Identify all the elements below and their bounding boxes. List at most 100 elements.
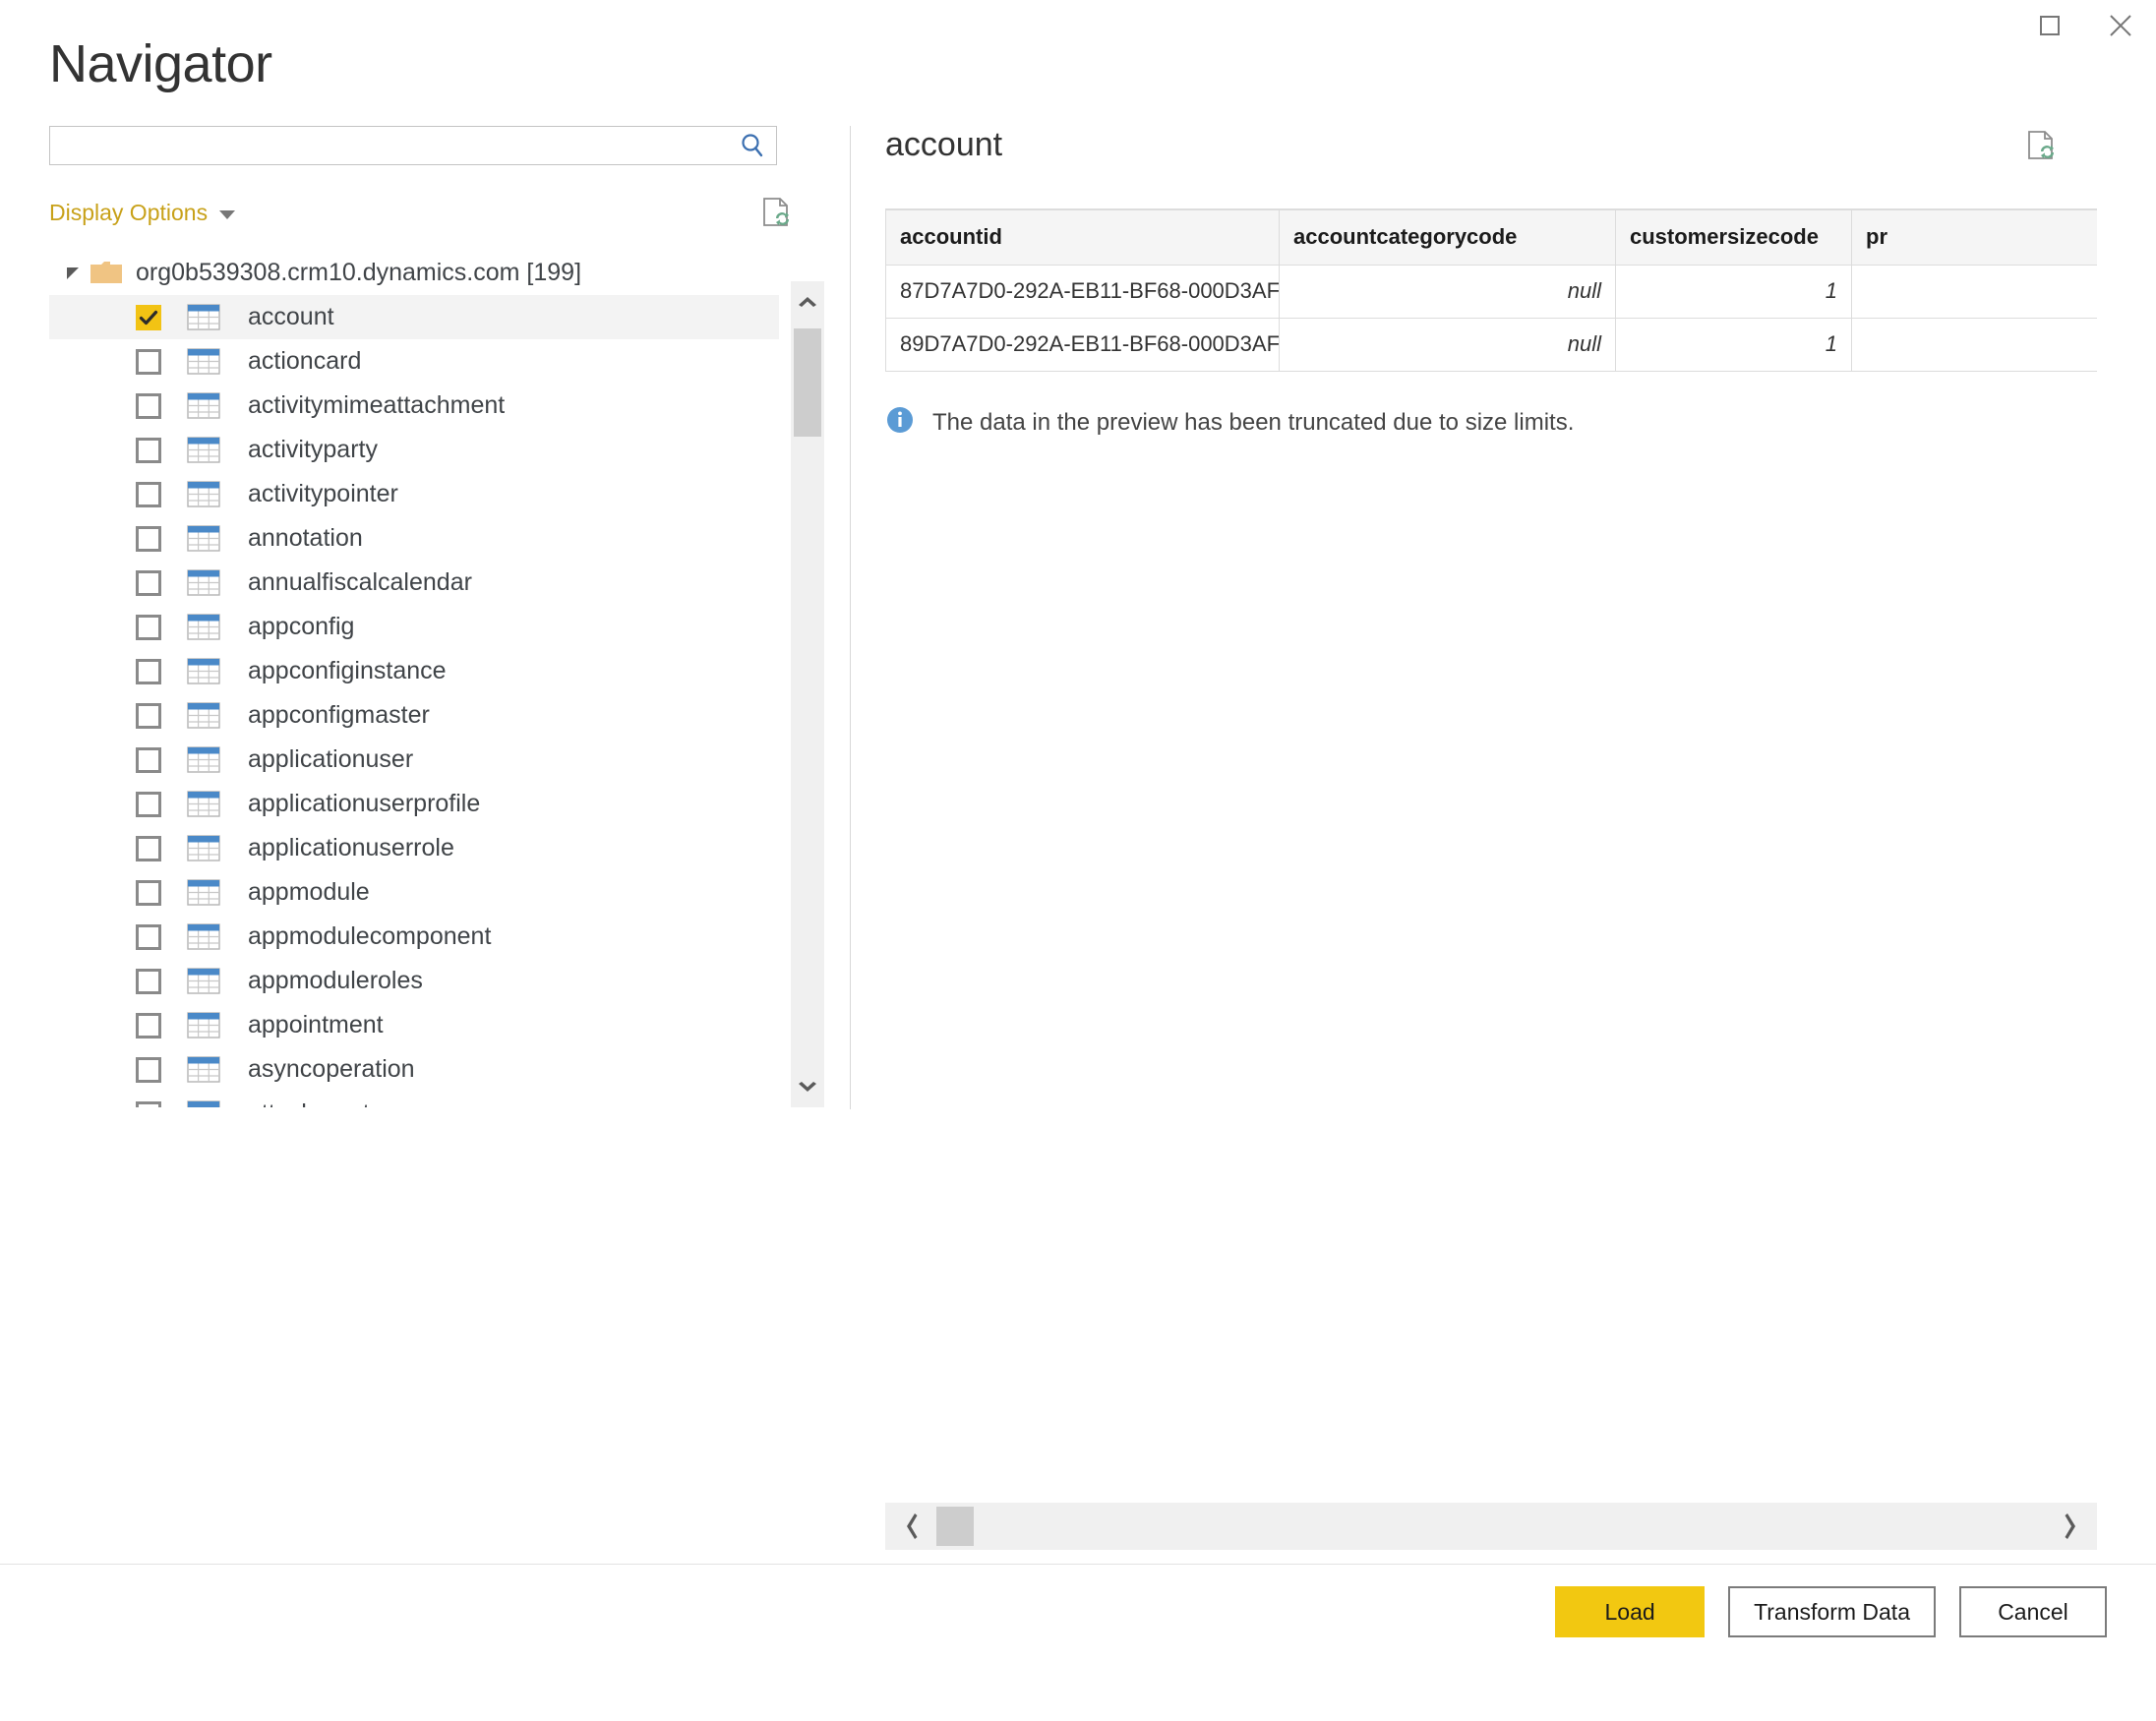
- column-header-accountid[interactable]: accountid: [885, 208, 1280, 266]
- table-cell-customersizecode: 1: [1615, 264, 1852, 319]
- triangle-expanded-icon[interactable]: [59, 263, 87, 282]
- tree-item-applicationuserrole[interactable]: applicationuserrole: [49, 826, 779, 870]
- preview-horizontal-scrollbar[interactable]: [885, 1503, 2097, 1550]
- tree-item-label: applicationuser: [248, 745, 414, 773]
- checkbox-annualfiscalcalendar[interactable]: [136, 569, 161, 596]
- tree-vertical-scrollbar[interactable]: [791, 281, 824, 1107]
- table-icon: [187, 702, 220, 729]
- tree-list: org0b539308.crm10.dynamics.com [199] acc…: [49, 250, 779, 1107]
- table-row: 89D7A7D0-292A-EB11-BF68-000D3AFC74D7null…: [885, 317, 2097, 372]
- tree-item-appmodulecomponent[interactable]: appmodulecomponent: [49, 915, 779, 959]
- tree-item-account[interactable]: account: [49, 295, 779, 339]
- tree-item-label: applicationuserprofile: [248, 790, 481, 817]
- scroll-left-button[interactable]: [885, 1503, 936, 1550]
- tree-item-activitymimeattachment[interactable]: activitymimeattachment: [49, 384, 779, 428]
- display-options-button[interactable]: Display Options: [49, 200, 236, 226]
- tree-item-applicationuser[interactable]: applicationuser: [49, 738, 779, 782]
- preview-header: account: [885, 126, 2156, 191]
- preview-grid-viewport: accountid accountcategorycode customersi…: [885, 208, 2097, 372]
- table-cell-pr: [1851, 317, 2097, 372]
- checkbox-appmodule[interactable]: [136, 879, 161, 906]
- left-pane: Display Options org0b539308.crm10.dynami…: [49, 126, 824, 1109]
- checkbox-activityparty[interactable]: [136, 437, 161, 463]
- checkbox-attachment[interactable]: [136, 1100, 161, 1107]
- checkbox-appconfigmaster[interactable]: [136, 702, 161, 729]
- table-icon: [187, 1056, 220, 1083]
- preview-scrollbar-thumb[interactable]: [936, 1507, 974, 1546]
- tree-item-activityparty[interactable]: activityparty: [49, 428, 779, 472]
- column-header-accountcategorycode[interactable]: accountcategorycode: [1279, 208, 1616, 266]
- maximize-button[interactable]: [2014, 0, 2085, 51]
- window-controls: [2014, 0, 2156, 59]
- tree-item-actioncard[interactable]: actioncard: [49, 339, 779, 384]
- tree-item-appmodule[interactable]: appmodule: [49, 870, 779, 915]
- checkbox-activitymimeattachment[interactable]: [136, 392, 161, 419]
- scroll-right-button[interactable]: [2046, 1503, 2097, 1550]
- search-icon[interactable]: [736, 130, 769, 161]
- table-cell-accountid: 87D7A7D0-292A-EB11-BF68-000D3AFC74D7: [885, 264, 1280, 319]
- info-icon: [885, 405, 915, 442]
- table-cell-accountcategorycode: null: [1279, 264, 1616, 319]
- tree-item-appmoduleroles[interactable]: appmoduleroles: [49, 959, 779, 1003]
- tree-item-label: appmoduleroles: [248, 967, 423, 994]
- scroll-down-button[interactable]: [791, 1068, 824, 1107]
- search-input[interactable]: [49, 126, 777, 165]
- tree-root-node[interactable]: org0b539308.crm10.dynamics.com [199]: [49, 250, 779, 295]
- tree-item-attachment[interactable]: attachment: [49, 1092, 779, 1107]
- checkbox-appconfiginstance[interactable]: [136, 658, 161, 684]
- checkbox-activitypointer[interactable]: [136, 481, 161, 507]
- preview-table: accountid accountcategorycode customersi…: [885, 208, 2097, 372]
- tree-scrollbar-thumb[interactable]: [794, 328, 821, 437]
- tree-item-applicationuserprofile[interactable]: applicationuserprofile: [49, 782, 779, 826]
- preview-title: account: [885, 126, 1003, 163]
- tree-item-appconfiginstance[interactable]: appconfiginstance: [49, 649, 779, 693]
- tree-item-appconfig[interactable]: appconfig: [49, 605, 779, 649]
- checkbox-applicationuserprofile[interactable]: [136, 791, 161, 817]
- checkbox-appconfig[interactable]: [136, 614, 161, 640]
- checkbox-account[interactable]: [136, 304, 161, 330]
- tree-item-label: attachment: [248, 1099, 370, 1107]
- tree-item-appconfigmaster[interactable]: appconfigmaster: [49, 693, 779, 738]
- tree-item-activitypointer[interactable]: activitypointer: [49, 472, 779, 516]
- table-icon: [187, 1100, 220, 1107]
- preview-table-body: 87D7A7D0-292A-EB11-BF68-000D3AFC74D7null…: [885, 264, 2097, 372]
- table-icon: [187, 614, 220, 640]
- tree-root-label: org0b539308.crm10.dynamics.com [199]: [136, 258, 582, 286]
- transform-data-button[interactable]: Transform Data: [1728, 1586, 1936, 1637]
- checkbox-annotation[interactable]: [136, 525, 161, 552]
- checkbox-appmoduleroles[interactable]: [136, 968, 161, 994]
- column-header-pr[interactable]: pr: [1851, 208, 2097, 266]
- table-row: 87D7A7D0-292A-EB11-BF68-000D3AFC74D7null…: [885, 264, 2097, 319]
- table-icon: [187, 658, 220, 684]
- checkbox-applicationuser[interactable]: [136, 746, 161, 773]
- checkbox-applicationuserrole[interactable]: [136, 835, 161, 861]
- tree-item-annotation[interactable]: annotation: [49, 516, 779, 561]
- cancel-button[interactable]: Cancel: [1959, 1586, 2107, 1637]
- checkbox-asyncoperation[interactable]: [136, 1056, 161, 1083]
- load-button[interactable]: Load: [1555, 1586, 1706, 1637]
- table-icon: [187, 923, 220, 950]
- tree-item-asyncoperation[interactable]: asyncoperation: [49, 1047, 779, 1092]
- table-icon: [187, 746, 220, 773]
- tree-item-annualfiscalcalendar[interactable]: annualfiscalcalendar: [49, 561, 779, 605]
- tree-item-label: activitypointer: [248, 480, 398, 507]
- table-cell-accountid: 89D7A7D0-292A-EB11-BF68-000D3AFC74D7: [885, 317, 1280, 372]
- close-icon: [2108, 13, 2133, 38]
- tree-item-label: annualfiscalcalendar: [248, 568, 472, 596]
- tree-item-label: asyncoperation: [248, 1055, 415, 1083]
- checkbox-appointment[interactable]: [136, 1012, 161, 1039]
- table-cell-pr: [1851, 264, 2097, 319]
- column-header-customersizecode[interactable]: customersizecode: [1615, 208, 1852, 266]
- checkbox-actioncard[interactable]: [136, 348, 161, 375]
- tree-item-appointment[interactable]: appointment: [49, 1003, 779, 1047]
- preview-refresh-icon[interactable]: [2020, 126, 2060, 165]
- table-icon: [187, 791, 220, 817]
- refresh-document-icon[interactable]: [755, 193, 795, 232]
- table-icon: [187, 835, 220, 861]
- checkbox-appmodulecomponent[interactable]: [136, 923, 161, 950]
- scroll-up-button[interactable]: [791, 281, 824, 321]
- tree-item-label: account: [248, 303, 334, 330]
- truncation-message: The data in the preview has been truncat…: [885, 405, 2156, 442]
- table-icon: [187, 437, 220, 463]
- close-button[interactable]: [2085, 0, 2156, 51]
